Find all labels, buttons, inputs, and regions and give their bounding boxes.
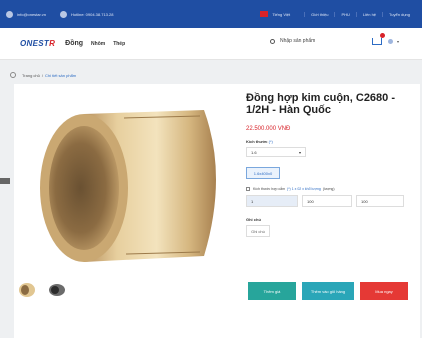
nav-item-aluminum[interactable]: Nhôm [91, 41, 105, 47]
custom-size-unit: (lượng) [322, 187, 335, 191]
custom-size-option: Kích thước hợp cắm (*) 1 x 02 x khổ lượn… [246, 187, 420, 191]
dimension-input-1[interactable]: 1 [246, 195, 298, 207]
header-icons: ▾ [372, 33, 400, 45]
hotline-text: Hotline: 0904.38.713.28 [70, 11, 114, 17]
phone-icon [59, 10, 67, 18]
thumbnail-2[interactable] [48, 282, 66, 298]
size-select[interactable]: 1.6 ▾ [246, 147, 306, 157]
nav-item-steel[interactable]: Thép [113, 41, 125, 47]
language-selector[interactable]: Tiếng Việt [260, 11, 290, 17]
custom-size-label: Kích thước hợp cắm [253, 187, 286, 191]
thumbnail-list [18, 282, 78, 298]
breadcrumb: Trang chủ / Chi tiết sản phẩm [10, 72, 76, 78]
side-decoration [0, 178, 10, 184]
top-link-contact[interactable]: Liên hệ [355, 11, 382, 17]
top-bar: info@onestar.vn Hotline: 0904.38.713.28 … [0, 0, 422, 28]
top-link-careers[interactable]: Tuyển dụng [382, 11, 416, 17]
bushing-image [40, 110, 216, 262]
buy-now-button[interactable]: Mua ngay [360, 282, 408, 300]
dimension-input-2[interactable]: 100 [302, 195, 352, 207]
custom-size-checkbox[interactable] [246, 187, 250, 191]
size-label-text: Kích thước [246, 139, 268, 144]
email-text: info@onestar.vn [17, 11, 46, 17]
cart-badge [380, 33, 385, 38]
note-label: Ghi chú [246, 217, 261, 222]
add-to-cart-button[interactable]: Thêm vào giỏ hàng [302, 282, 354, 300]
dimension-input-3[interactable]: 100 [356, 195, 404, 207]
email-info[interactable]: info@onestar.vn [6, 10, 46, 18]
logo-text: ONEST [20, 39, 50, 48]
product-title: Đồng hợp kim cuộn, C2680 - 1/2H - Hàn Qu… [246, 92, 396, 116]
product-image[interactable] [14, 96, 238, 266]
product-info: Đồng hợp kim cuộn, C2680 - 1/2H - Hàn Qu… [246, 92, 420, 237]
logo-accent: R [49, 39, 56, 48]
breadcrumb-separator: / [41, 72, 43, 78]
product-price: 22.500.000 VNĐ [246, 126, 291, 132]
search-box[interactable]: Nhập sản phẩm [270, 38, 315, 44]
vietnam-flag-icon [260, 11, 269, 17]
search-input[interactable]: Nhập sản phẩm [280, 38, 315, 44]
mail-icon [6, 10, 13, 18]
breadcrumb-home[interactable]: Trang chủ [22, 73, 40, 78]
language-label: Tiếng Việt [272, 11, 291, 17]
breadcrumb-current: Chi tiết sản phẩm [45, 72, 77, 78]
custom-size-link[interactable]: (*) 1 x 02 x khổ lượng [287, 187, 321, 191]
variant-chip[interactable]: 1.6x400x0 [246, 167, 280, 179]
hotline-info[interactable]: Hotline: 0904.38.713.28 [59, 10, 114, 18]
dimension-inputs: 1 100 100 [246, 195, 420, 207]
search-icon [270, 38, 275, 44]
size-label-sub: (*) [268, 139, 273, 144]
user-icon[interactable] [388, 39, 393, 44]
top-link-about[interactable]: Giới thiệu [304, 11, 334, 17]
action-buttons: Thêm giá Thêm vào giỏ hàng Mua ngay [248, 282, 414, 300]
chevron-down-icon: ▾ [397, 39, 400, 44]
nav-item-copper[interactable]: Đồng [65, 40, 83, 47]
top-links: Tiếng Việt Giới thiệu PHU Liên hệ Tuyển … [260, 0, 416, 28]
top-link-phu[interactable]: PHU [334, 11, 355, 17]
site-logo[interactable]: ONESTR [20, 39, 55, 48]
note-field[interactable]: Ghi chú [246, 225, 270, 237]
main-header: ONESTR Đồng Nhôm Thép Nhập sản phẩm ▾ [0, 28, 422, 60]
home-icon[interactable] [10, 72, 16, 78]
chevron-down-icon: ▾ [298, 149, 301, 155]
quote-button[interactable]: Thêm giá [248, 282, 296, 300]
size-select-value: 1.6 [251, 149, 257, 155]
size-label: Kích thước (*) [246, 139, 420, 144]
thumbnail-1[interactable] [18, 282, 36, 298]
cart-icon[interactable] [372, 33, 385, 45]
